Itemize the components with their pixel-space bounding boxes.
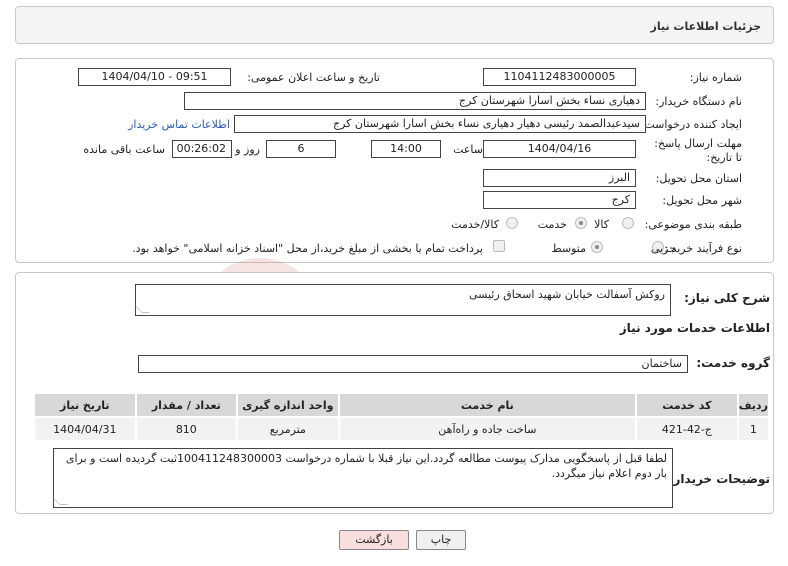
table-row: 1 ج-42-421 ساخت جاده و راه‌آهن مترمربع 8… — [33, 416, 771, 442]
category-option-both: کالا/خدمت — [451, 218, 499, 231]
services-table-header: ردیف کد خدمت نام خدمت واحد اندازه گیری ت… — [33, 392, 771, 418]
cell-need-date: 1404/04/31 — [33, 416, 137, 442]
deadline-date-field: 1404/04/16 — [483, 140, 636, 158]
deadline-time-label: ساعت — [453, 143, 483, 156]
remaining-time-field: 00:26:02 — [172, 140, 232, 158]
cell-row-number: 1 — [736, 416, 771, 442]
need-number-field: 1104112483000005 — [483, 68, 636, 86]
province-field: البرز — [483, 169, 636, 187]
col-header-service-name: نام خدمت — [337, 392, 638, 418]
resize-handle-icon[interactable] — [52, 497, 68, 505]
col-header-need-date: تاریخ نیاز — [33, 392, 137, 418]
col-header-unit: واحد اندازه گیری — [236, 392, 340, 418]
back-button[interactable]: بازگشت — [339, 530, 409, 550]
services-info-title: اطلاعات خدمات مورد نیاز — [619, 321, 770, 335]
deadline-time-field: 14:00 — [371, 140, 441, 158]
cell-unit: مترمربع — [236, 416, 340, 442]
process-option-minor: جزیی — [650, 242, 676, 255]
summary-label: شرح کلی نیاز: — [684, 291, 770, 305]
buyer-org-field: دهیاری نساء بخش اسارا شهرستان کرج — [184, 92, 646, 110]
service-group-label: گروه خدمت: — [696, 356, 770, 370]
cell-quantity: 810 — [134, 416, 239, 442]
city-field: کرج — [483, 191, 636, 209]
need-number-label: شماره نیاز: — [689, 71, 742, 84]
print-button[interactable]: چاپ — [416, 530, 466, 550]
services-table: ردیف کد خدمت نام خدمت واحد اندازه گیری ت… — [33, 392, 771, 442]
creator-label: ایجاد کننده درخواست: — [640, 118, 742, 131]
announce-field: 1404/04/10 - 09:51 — [78, 68, 231, 86]
province-label: استان محل تحویل: — [655, 172, 742, 185]
remaining-time-label: ساعت باقی مانده — [83, 143, 165, 156]
days-field: 6 — [266, 140, 336, 158]
col-header-quantity: تعداد / مقدار — [134, 392, 239, 418]
buyer-notes-label: توضیحات خریدار: — [668, 472, 770, 486]
col-header-service-code: کد خدمت — [635, 392, 739, 418]
deadline-label: مهلت ارسال پاسخ: تا تاریخ: — [654, 137, 742, 164]
col-header-row-number: ردیف — [736, 392, 771, 418]
creator-field: سیدعبدالصمد رئیسی دهیار دهیاری نساء بخش … — [234, 115, 646, 133]
buyer-notes-textarea[interactable]: لطفا قبل از پاسخگویی مدارک پیوست مطالعه … — [52, 448, 673, 508]
city-label: شهر محل تحویل: — [662, 194, 742, 207]
process-option-medium: متوسط — [551, 242, 586, 255]
summary-textarea[interactable]: روکش آسفالت خیابان شهید اسحاق رئیسی — [134, 284, 671, 316]
category-radio-both[interactable] — [506, 217, 518, 229]
header-panel: جزئیات اطلاعات نیاز — [15, 6, 774, 44]
buyer-notes-text: لطفا قبل از پاسخگویی مدارک پیوست مطالعه … — [65, 452, 667, 480]
resize-handle-icon[interactable] — [134, 305, 150, 313]
category-radio-service[interactable] — [575, 217, 587, 229]
service-group-field: ساختمان — [138, 355, 688, 373]
category-option-goods: کالا — [594, 218, 609, 231]
process-radio-medium[interactable] — [591, 241, 603, 253]
days-label: روز و — [235, 143, 260, 156]
cell-service-code: ج-42-421 — [635, 416, 739, 442]
category-option-service: خدمت — [537, 218, 567, 231]
treasury-payment-checkbox[interactable] — [493, 240, 505, 252]
page-title: جزئیات اطلاعات نیاز — [650, 20, 762, 33]
contact-info-link[interactable]: اطلاعات تماس خریدار — [128, 118, 230, 131]
cell-service-name: ساخت جاده و راه‌آهن — [337, 416, 638, 442]
announce-label: تاریخ و ساعت اعلان عمومی: — [247, 71, 380, 84]
buyer-org-label: نام دستگاه خریدار: — [655, 95, 742, 108]
summary-text: روکش آسفالت خیابان شهید اسحاق رئیسی — [469, 288, 665, 301]
category-radio-goods[interactable] — [622, 217, 634, 229]
category-label: طبقه بندی موضوعی: — [644, 218, 742, 231]
treasury-payment-note: پرداخت تمام یا بخشی از مبلغ خرید،از محل … — [132, 242, 483, 255]
